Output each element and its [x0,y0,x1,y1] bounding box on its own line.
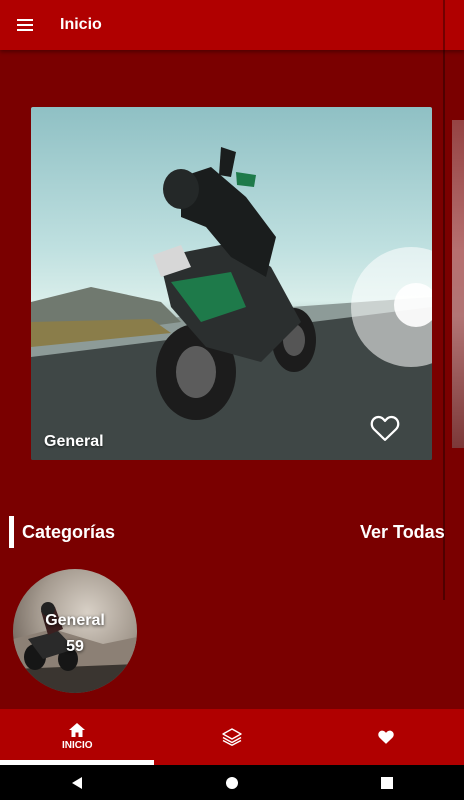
category-item-general[interactable]: General 59 [13,569,137,693]
nav-label-inicio: INICIO [62,740,93,751]
hero-label: General [44,433,104,450]
nav-item-inicio[interactable]: INICIO [0,709,155,765]
category-count: 59 [66,638,84,655]
categories-title: Categorías [22,522,116,542]
menu-button[interactable] [0,0,50,50]
home-button[interactable] [202,765,262,800]
heart-outline-icon [370,415,400,441]
hero-card-general[interactable]: General [31,107,432,460]
home-icon [69,723,86,737]
menu-icon [17,19,33,31]
nav-item-favorites[interactable] [309,709,464,765]
heart-icon [378,730,395,744]
category-thumbnail [13,602,137,693]
next-card-peek[interactable] [452,120,464,448]
bottom-navigation: INICIO [0,709,464,765]
recents-icon [380,776,393,789]
category-name: General [45,612,105,629]
nav-item-categories[interactable] [155,709,310,765]
recents-button[interactable] [357,765,417,800]
favorite-button[interactable] [369,412,401,444]
motorcycle-image [31,147,432,460]
app-bar: Inicio [0,0,464,50]
layers-icon [222,728,242,746]
page-title: Inicio [60,16,102,33]
section-accent-bar [9,516,14,548]
back-icon [72,776,83,789]
see-all-link[interactable]: Ver Todas [360,522,445,543]
home-circle-icon [225,776,238,789]
system-navigation-bar [0,765,464,800]
divider [443,0,445,600]
back-button[interactable] [47,765,107,800]
